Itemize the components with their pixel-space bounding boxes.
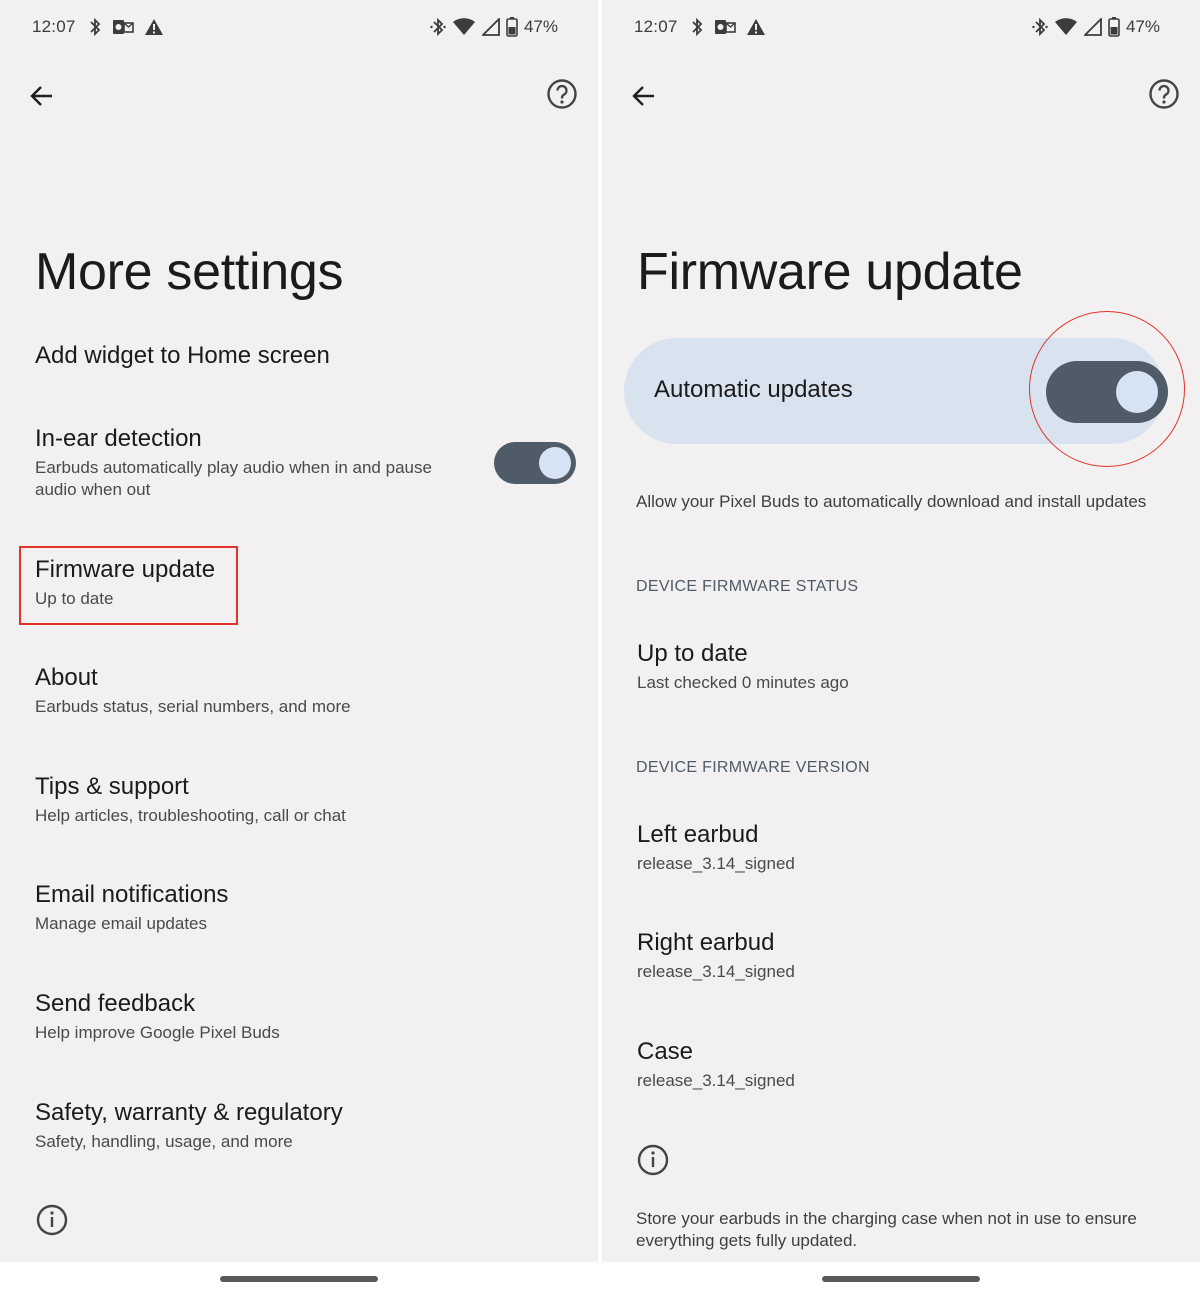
toggle-knob: [1116, 371, 1158, 413]
automatic-updates-toggle[interactable]: [1046, 361, 1168, 423]
bluetooth-connected-icon: [1032, 17, 1048, 37]
warning-icon: [145, 19, 163, 35]
warning-icon: [747, 19, 765, 35]
help-icon: [1149, 79, 1179, 109]
help-icon: [547, 79, 577, 109]
outlook-icon: [715, 20, 736, 34]
status-time: 12:07: [634, 17, 678, 36]
cellular-signal-icon: [1083, 18, 1102, 36]
charging-case-note: Store your earbuds in the charging case …: [636, 1209, 1137, 1250]
page-title: Firmware update: [637, 243, 1023, 301]
left-earbud-version: Left earbud release_3.14_signed: [637, 821, 795, 873]
arrow-back-icon: [30, 86, 52, 106]
battery-percent: 47%: [1125, 17, 1160, 36]
in-ear-detection-toggle[interactable]: [494, 442, 576, 484]
firmware-status-header: DEVICE FIRMWARE STATUS: [636, 578, 859, 595]
status-time: 12:07: [32, 17, 76, 36]
help-button[interactable]: [1144, 74, 1184, 114]
back-button[interactable]: [624, 76, 664, 116]
cellular-signal-icon: [481, 18, 500, 36]
send-feedback-item[interactable]: Send feedback Help improve Google Pixel …: [35, 989, 574, 1044]
help-button[interactable]: [542, 74, 582, 114]
battery-icon: [1108, 17, 1120, 37]
info-icon: [637, 1144, 669, 1176]
back-button[interactable]: [22, 76, 62, 116]
info-icon: [36, 1204, 68, 1236]
firmware-status-item: Up to date Last checked 0 minutes ago: [637, 640, 849, 692]
in-ear-detection-item[interactable]: In-ear detection Earbuds automatically p…: [35, 424, 458, 501]
home-gesture-handle[interactable]: [822, 1276, 980, 1282]
right-earbud-version: Right earbud release_3.14_signed: [637, 929, 795, 981]
wifi-icon: [452, 18, 475, 35]
home-gesture-handle[interactable]: [220, 1276, 378, 1282]
safety-warranty-item[interactable]: Safety, warranty & regulatory Safety, ha…: [35, 1098, 574, 1153]
bluetooth-icon: [90, 17, 101, 37]
automatic-updates-label: Automatic updates: [654, 376, 853, 403]
email-notifications-item[interactable]: Email notifications Manage email updates: [35, 880, 574, 935]
navigation-bar: [602, 1262, 1200, 1298]
firmware-update-screen: 12:07 47% Firmware update Automatic upda…: [602, 0, 1200, 1298]
outlook-icon: [113, 20, 134, 34]
arrow-back-icon: [632, 86, 654, 106]
status-bar: 12:07 47%: [0, 14, 598, 42]
automatic-updates-description: Allow your Pixel Buds to automatically d…: [636, 492, 1147, 511]
about-item[interactable]: About Earbuds status, serial numbers, an…: [35, 663, 574, 718]
more-settings-screen: 12:07 47% More settings Add widget to Ho…: [0, 0, 598, 1298]
bluetooth-icon: [692, 17, 703, 37]
firmware-version-header: DEVICE FIRMWARE VERSION: [636, 759, 870, 776]
toggle-knob: [539, 447, 571, 479]
status-bar: 12:07 47%: [602, 14, 1200, 42]
navigation-bar: [0, 1262, 598, 1298]
wifi-icon: [1054, 18, 1077, 35]
bluetooth-connected-icon: [430, 17, 446, 37]
firmware-update-item[interactable]: Firmware update Up to date: [35, 555, 574, 610]
add-widget-item[interactable]: Add widget to Home screen: [35, 341, 574, 371]
tips-support-item[interactable]: Tips & support Help articles, troublesho…: [35, 772, 574, 827]
battery-icon: [506, 17, 518, 37]
battery-percent: 47%: [523, 17, 558, 36]
case-version: Case release_3.14_signed: [637, 1038, 795, 1090]
page-title: More settings: [35, 243, 344, 301]
